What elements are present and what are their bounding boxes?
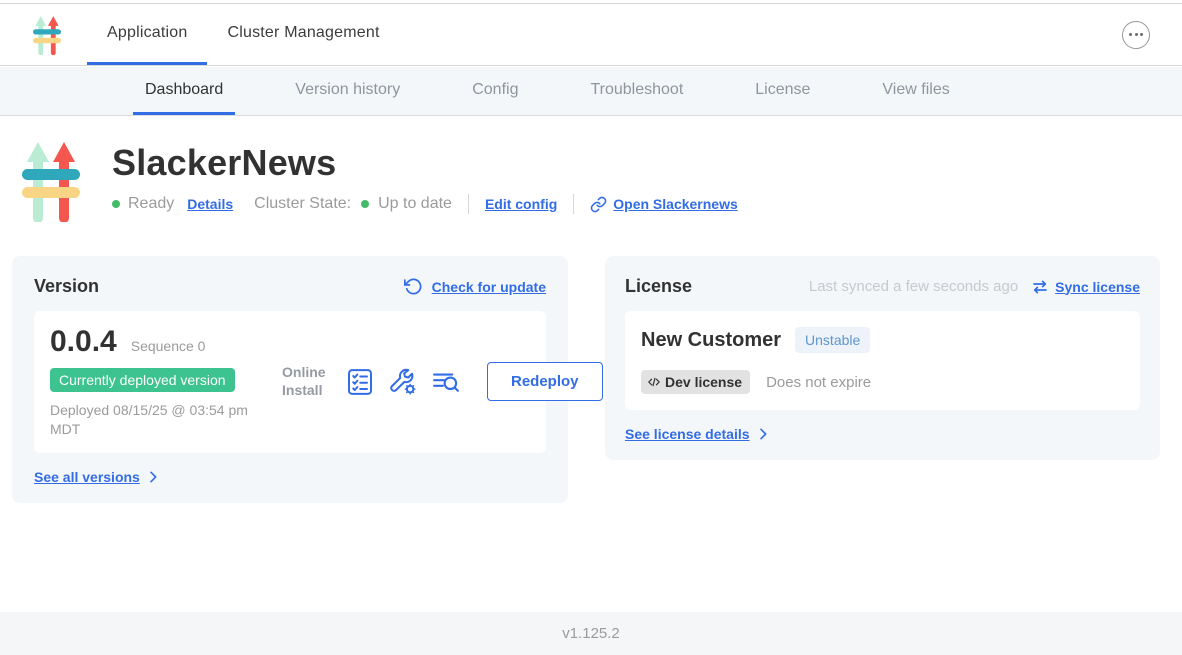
app-status-row: Ready Details Cluster State: Up to date … bbox=[112, 194, 738, 214]
top-nav-bar: Application Cluster Management bbox=[0, 4, 1182, 66]
ready-status-dot-icon bbox=[112, 200, 120, 208]
subnav-config[interactable]: Config bbox=[460, 67, 530, 115]
license-type-label: Dev license bbox=[665, 374, 742, 390]
license-details-panel: New Customer Unstable Dev license Does n… bbox=[625, 311, 1140, 410]
chevron-right-icon bbox=[755, 426, 771, 442]
subnav-dashboard[interactable]: Dashboard bbox=[133, 67, 235, 115]
customer-name: New Customer bbox=[641, 329, 781, 352]
divider bbox=[468, 194, 469, 214]
deployed-status-badge: Currently deployed version bbox=[50, 368, 235, 392]
view-logs-icon[interactable] bbox=[431, 367, 461, 397]
redeploy-button[interactable]: Redeploy bbox=[487, 362, 603, 401]
primary-tabs: Application Cluster Management bbox=[87, 4, 400, 65]
license-expiration: Does not expire bbox=[766, 374, 871, 391]
version-card-title: Version bbox=[34, 276, 99, 297]
sync-arrows-icon bbox=[1031, 278, 1049, 296]
license-type-badge: Dev license bbox=[641, 370, 750, 394]
subnav-troubleshoot[interactable]: Troubleshoot bbox=[578, 67, 695, 115]
details-link[interactable]: Details bbox=[187, 196, 233, 212]
cluster-state-label: Cluster State: bbox=[254, 195, 351, 213]
tab-cluster-management[interactable]: Cluster Management bbox=[207, 4, 399, 65]
deployed-timestamp: Deployed 08/15/25 @ 03:54 pm MDT bbox=[50, 401, 262, 439]
console-version: v1.125.2 bbox=[562, 625, 620, 642]
config-wrench-icon[interactable] bbox=[388, 367, 418, 397]
app-header: SlackerNews Ready Details Cluster State:… bbox=[22, 140, 738, 222]
version-card: Version Check for update 0.0.4 Sequence … bbox=[12, 256, 568, 503]
open-app-link-label: Open Slackernews bbox=[613, 196, 738, 212]
app-sub-nav: Dashboard Version history Config Trouble… bbox=[0, 67, 1182, 116]
channel-badge: Unstable bbox=[795, 327, 870, 353]
code-brackets-icon bbox=[646, 374, 662, 390]
see-license-details-link[interactable]: See license details bbox=[625, 426, 1140, 442]
more-menu-button[interactable] bbox=[1122, 21, 1150, 49]
subnav-view-files[interactable]: View files bbox=[870, 67, 961, 115]
subnav-version-history[interactable]: Version history bbox=[283, 67, 412, 115]
open-app-link[interactable]: Open Slackernews bbox=[590, 196, 738, 213]
preflight-checks-icon[interactable] bbox=[345, 367, 375, 397]
sync-license-label: Sync license bbox=[1055, 279, 1140, 295]
sync-license-link[interactable]: Sync license bbox=[1031, 278, 1140, 296]
current-version-panel: 0.0.4 Sequence 0 Currently deployed vers… bbox=[34, 311, 546, 453]
main-content: SlackerNews Ready Details Cluster State:… bbox=[0, 116, 1182, 612]
sequence-label: Sequence 0 bbox=[131, 338, 206, 354]
see-all-versions-link[interactable]: See all versions bbox=[34, 469, 546, 485]
chevron-right-icon bbox=[145, 469, 161, 485]
console-footer: v1.125.2 bbox=[0, 612, 1182, 655]
see-license-details-label: See license details bbox=[625, 426, 750, 442]
cluster-state-value: Up to date bbox=[378, 195, 452, 213]
ready-status-label: Ready bbox=[128, 195, 174, 213]
page-title: SlackerNews bbox=[112, 142, 738, 184]
divider bbox=[573, 194, 574, 214]
app-logo-icon bbox=[33, 15, 61, 55]
last-synced-text: Last synced a few seconds ago bbox=[809, 278, 1018, 295]
check-for-update-link[interactable]: Check for update bbox=[404, 277, 546, 296]
version-number: 0.0.4 bbox=[50, 325, 117, 359]
install-type-label: Online Install bbox=[282, 364, 332, 399]
subnav-license[interactable]: License bbox=[743, 67, 822, 115]
dashboard-cards: Version Check for update 0.0.4 Sequence … bbox=[12, 256, 1160, 503]
app-logo-large-icon bbox=[22, 140, 80, 222]
license-card-title: License bbox=[625, 276, 692, 297]
tab-application[interactable]: Application bbox=[87, 4, 207, 65]
cluster-state-dot-icon bbox=[361, 200, 369, 208]
see-all-versions-label: See all versions bbox=[34, 469, 140, 485]
edit-config-link[interactable]: Edit config bbox=[485, 196, 557, 212]
license-card: License Last synced a few seconds ago Sy… bbox=[605, 256, 1160, 460]
ellipsis-icon bbox=[1129, 33, 1132, 36]
refresh-icon bbox=[404, 277, 423, 296]
external-link-chain-icon bbox=[590, 196, 607, 213]
check-for-update-label: Check for update bbox=[432, 279, 546, 295]
